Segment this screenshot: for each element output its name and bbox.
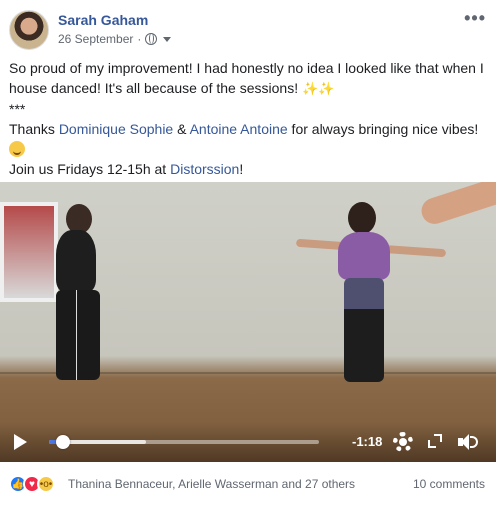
globe-icon[interactable] <box>145 33 158 45</box>
time-remaining: -1:18 <box>352 434 383 449</box>
video-person-left-body <box>56 230 96 292</box>
author-avatar[interactable] <box>9 10 49 50</box>
post-paragraph-1: So proud of my improvement! I had honest… <box>9 58 489 99</box>
video-person-left-legs <box>56 290 100 380</box>
video-dancer-body <box>338 232 390 280</box>
fullscreen-icon[interactable] <box>428 434 442 448</box>
author-name[interactable]: Sarah Gaham <box>58 12 148 28</box>
video-dancer-head <box>348 202 376 234</box>
meta-separator: · <box>137 32 142 46</box>
mention-antoine[interactable]: Antoine Antoine <box>190 121 288 137</box>
thanks-prefix: Thanks <box>9 121 59 137</box>
gear-icon[interactable] <box>393 432 413 452</box>
post-text: So proud of my improvement! I had honest… <box>9 58 489 179</box>
video-scrubber[interactable] <box>49 435 319 449</box>
video-player[interactable]: -1:18 <box>0 182 496 462</box>
volume-wave-icon <box>470 436 478 448</box>
page-link-distorssion[interactable]: Distorssion <box>170 161 239 177</box>
post-paragraph-2: Thanks Dominique Sophie & Antoine Antoin… <box>9 119 489 139</box>
video-person-right-arm <box>418 182 496 228</box>
volume-icon[interactable] <box>458 434 480 450</box>
comments-count[interactable]: 10 comments <box>413 477 485 491</box>
reaction-names[interactable]: Thanina Bennaceur, Arielle Wasserman and… <box>68 477 355 491</box>
video-scene-window <box>0 202 58 302</box>
wow-reaction-icon[interactable]: •o• <box>37 475 55 493</box>
more-options-icon[interactable]: ••• <box>464 8 486 29</box>
post-line: So proud of my improvement! I had honest… <box>9 60 484 96</box>
play-icon[interactable] <box>14 434 27 450</box>
ampersand: & <box>173 121 190 137</box>
facebook-post: Sarah Gaham 26 September · ••• So proud … <box>0 0 496 505</box>
video-controls: -1:18 <box>0 422 496 462</box>
chevron-down-icon[interactable] <box>163 36 172 42</box>
post-date[interactable]: 26 September <box>58 32 133 46</box>
reaction-icons[interactable]: 👍 ♥ •o• <box>9 475 55 493</box>
thanks-suffix: for always bringing nice vibes! <box>287 121 479 137</box>
scrubber-handle[interactable] <box>55 435 70 449</box>
sparkles-emoji: ✨✨ <box>301 81 335 96</box>
post-meta: 26 September · <box>58 32 172 46</box>
smile-line <box>9 139 489 159</box>
join-prefix: Join us Fridays 12-15h at <box>9 161 171 177</box>
join-suffix: ! <box>239 161 244 177</box>
post-paragraph-3: Join us Fridays 12-15h at Distorssion! <box>9 159 489 179</box>
video-dancer-legs <box>344 278 384 382</box>
smile-emoji-icon <box>9 141 25 157</box>
mention-dominique[interactable]: Dominique Sophie <box>59 121 173 137</box>
post-divider: *** <box>9 101 26 117</box>
